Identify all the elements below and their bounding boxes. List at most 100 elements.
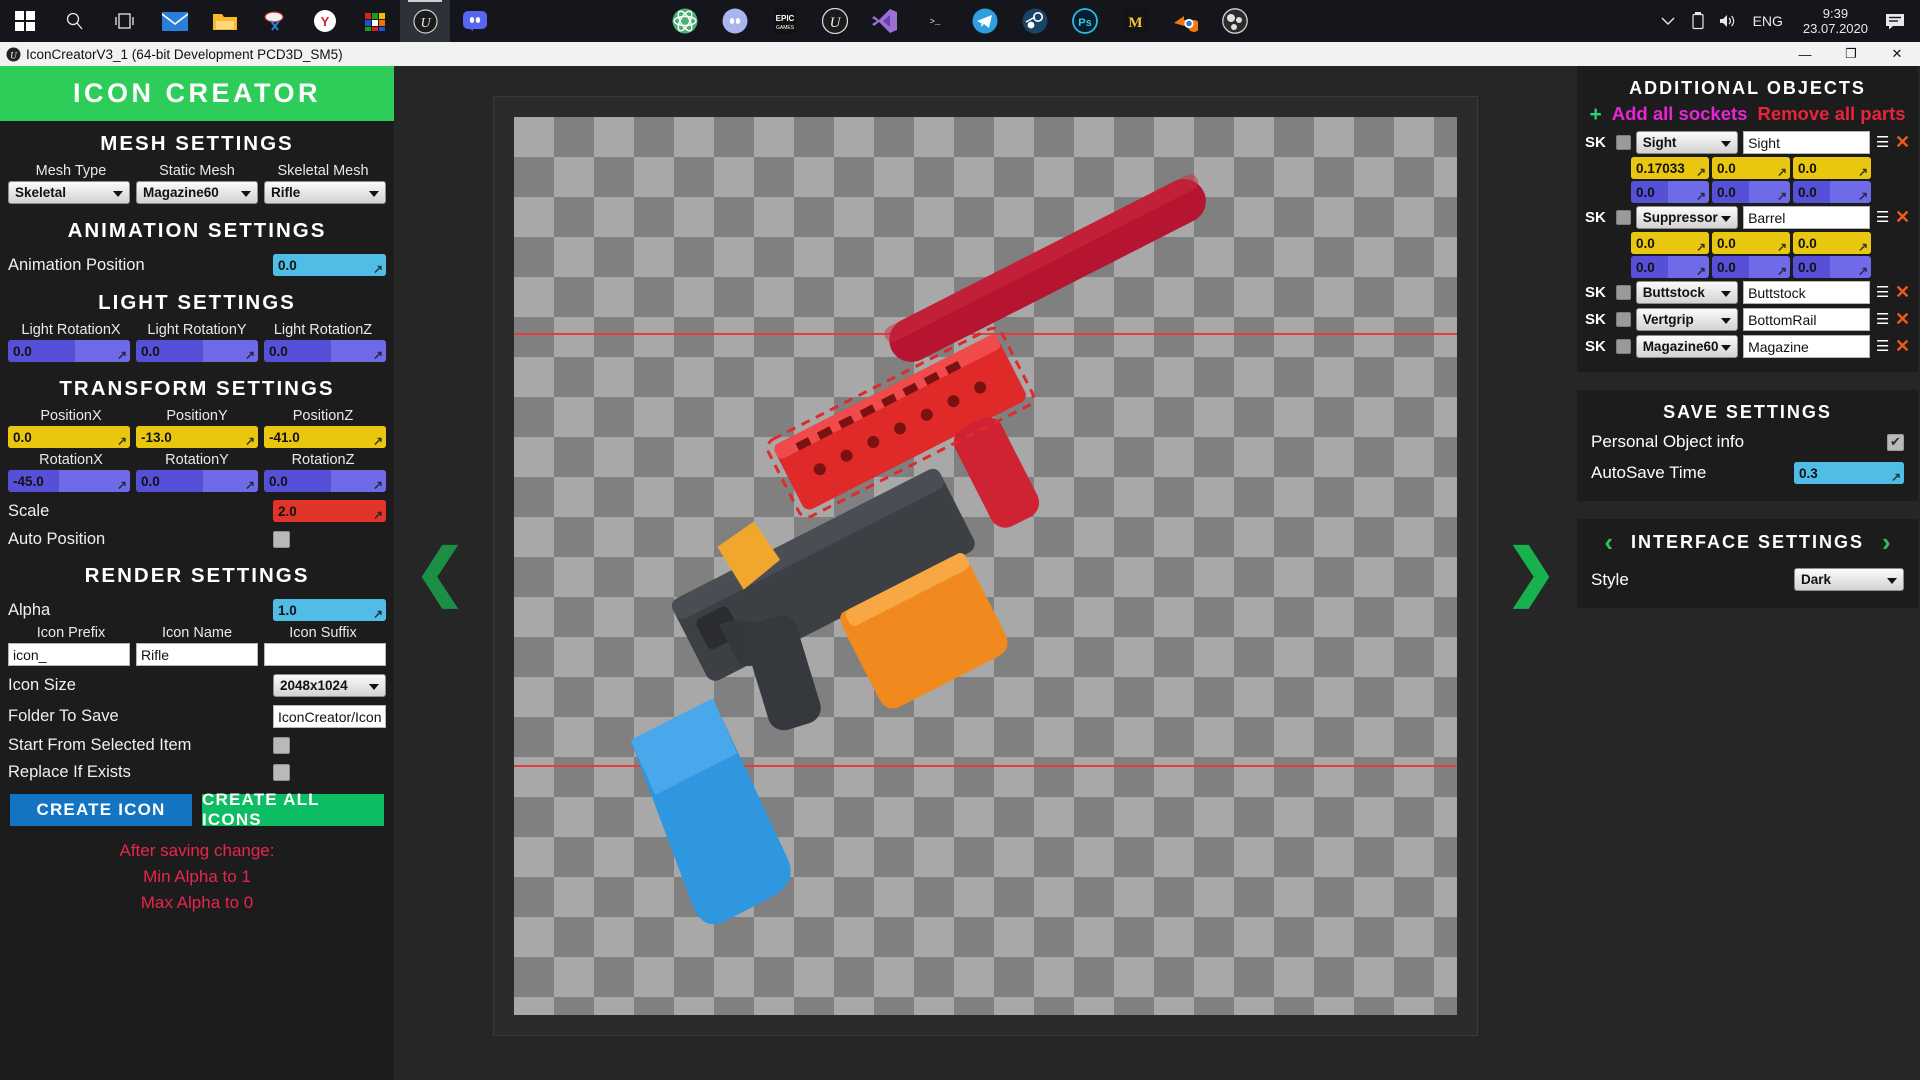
scale-input[interactable]: 2.0 — [273, 500, 386, 522]
discord-icon[interactable] — [710, 0, 760, 42]
object-socket-input[interactable]: Magazine — [1743, 335, 1871, 358]
object-menu-icon[interactable]: ☰ — [1875, 312, 1890, 327]
style-dropdown[interactable]: Dark — [1794, 568, 1904, 591]
interface-next-arrow[interactable]: › — [1882, 529, 1891, 555]
object-rotation-x-input[interactable]: 0.0 — [1631, 181, 1709, 203]
object-enable-checkbox[interactable] — [1615, 285, 1631, 300]
light-rotation-z-input[interactable]: 0.0 — [264, 340, 386, 362]
object-menu-icon[interactable]: ☰ — [1875, 135, 1890, 150]
object-socket-input[interactable]: Barrel — [1743, 206, 1871, 229]
close-button[interactable]: ✕ — [1874, 42, 1920, 66]
speaker-icon[interactable] — [1713, 13, 1743, 29]
object-mesh-dropdown[interactable]: Vertgrip — [1635, 308, 1739, 331]
object-enable-checkbox[interactable] — [1615, 210, 1631, 225]
replace-if-exists-checkbox[interactable] — [273, 764, 290, 781]
remove-all-parts-button[interactable]: Remove all parts — [1757, 103, 1905, 125]
create-all-icons-button[interactable]: CREATE ALL ICONS — [202, 790, 384, 829]
autosave-time-input[interactable]: 0.3 — [1794, 462, 1904, 484]
object-delete-icon[interactable]: ✕ — [1895, 309, 1910, 330]
position-z-input[interactable]: -41.0 — [264, 426, 386, 448]
start-button[interactable] — [0, 0, 50, 42]
minimize-button[interactable]: — — [1782, 42, 1828, 66]
object-position-z-input[interactable]: 0.0 — [1793, 157, 1871, 179]
unreal-engine-taskbar-icon[interactable]: U — [400, 0, 450, 42]
object-enable-checkbox[interactable] — [1615, 312, 1631, 327]
snip-tool-icon[interactable] — [250, 0, 300, 42]
object-delete-icon[interactable]: ✕ — [1895, 282, 1910, 303]
alpha-input[interactable]: 1.0 — [273, 599, 386, 621]
add-object-plus-icon[interactable]: + — [1589, 104, 1601, 125]
object-rotation-z-input[interactable]: 0.0 — [1793, 256, 1871, 278]
object-position-x-input[interactable]: 0.0 — [1631, 232, 1709, 254]
photoshop-icon[interactable]: Ps — [1060, 0, 1110, 42]
render-canvas[interactable] — [514, 117, 1457, 1015]
discord-taskbar-icon[interactable] — [450, 0, 500, 42]
telegram-icon[interactable] — [960, 0, 1010, 42]
light-rotation-x-input[interactable]: 0.0 — [8, 340, 130, 362]
icon-name-input[interactable]: Rifle — [136, 643, 258, 666]
object-menu-icon[interactable]: ☰ — [1875, 210, 1890, 225]
object-mesh-dropdown[interactable]: Magazine60 — [1635, 335, 1739, 358]
object-rotation-z-input[interactable]: 0.0 — [1793, 181, 1871, 203]
create-icon-button[interactable]: CREATE ICON — [10, 794, 192, 826]
marmoset-icon[interactable]: M — [1110, 0, 1160, 42]
position-x-input[interactable]: 0.0 — [8, 426, 130, 448]
rotation-x-input[interactable]: -45.0 — [8, 470, 130, 492]
notification-icon[interactable] — [1878, 13, 1912, 30]
auto-position-checkbox[interactable] — [273, 531, 290, 548]
object-rotation-x-input[interactable]: 0.0 — [1631, 256, 1709, 278]
animation-position-input[interactable]: 0.0 — [273, 254, 386, 276]
next-item-arrow[interactable]: ❯ — [1505, 542, 1557, 604]
static-mesh-dropdown[interactable]: Magazine60 — [136, 181, 258, 204]
personal-object-info-checkbox[interactable] — [1887, 433, 1904, 451]
object-mesh-dropdown[interactable]: Buttstock — [1635, 281, 1739, 304]
clock[interactable]: 9:39 23.07.2020 — [1793, 6, 1878, 36]
object-mesh-dropdown[interactable]: Sight — [1635, 131, 1739, 154]
folder-to-save-input[interactable]: IconCreator/Icon — [273, 705, 386, 728]
object-rotation-y-input[interactable]: 0.0 — [1712, 256, 1790, 278]
object-menu-icon[interactable]: ☰ — [1875, 285, 1890, 300]
object-mesh-dropdown[interactable]: Suppressor — [1635, 206, 1739, 229]
object-socket-input[interactable]: Buttstock — [1743, 281, 1871, 304]
language-indicator[interactable]: ENG — [1743, 13, 1793, 29]
blender-icon[interactable] — [1160, 0, 1210, 42]
skeletal-mesh-dropdown[interactable]: Rifle — [264, 181, 386, 204]
add-all-sockets-button[interactable]: Add all sockets — [1612, 103, 1748, 125]
yandex-browser-icon[interactable]: Y — [300, 0, 350, 42]
object-position-y-input[interactable]: 0.0 — [1712, 157, 1790, 179]
rotation-z-input[interactable]: 0.0 — [264, 470, 386, 492]
render-preview-frame[interactable] — [493, 96, 1478, 1036]
object-menu-icon[interactable]: ☰ — [1875, 339, 1890, 354]
file-explorer-icon[interactable] — [200, 0, 250, 42]
epic-games-icon[interactable]: EPIC GAMES — [760, 0, 810, 42]
atom-editor-icon[interactable] — [660, 0, 710, 42]
steam-icon[interactable] — [1010, 0, 1060, 42]
maximize-button[interactable]: ❐ — [1828, 42, 1874, 66]
object-delete-icon[interactable]: ✕ — [1895, 132, 1910, 153]
obs-icon[interactable] — [1210, 0, 1260, 42]
object-enable-checkbox[interactable] — [1615, 339, 1631, 354]
object-position-z-input[interactable]: 0.0 — [1793, 232, 1871, 254]
object-rotation-y-input[interactable]: 0.0 — [1712, 181, 1790, 203]
task-view-button[interactable] — [100, 0, 150, 42]
start-from-selected-checkbox[interactable] — [273, 737, 290, 754]
object-position-y-input[interactable]: 0.0 — [1712, 232, 1790, 254]
object-delete-icon[interactable]: ✕ — [1895, 336, 1910, 357]
object-delete-icon[interactable]: ✕ — [1895, 207, 1910, 228]
light-rotation-y-input[interactable]: 0.0 — [136, 340, 258, 362]
battery-icon[interactable] — [1683, 12, 1713, 30]
icon-suffix-input[interactable] — [264, 643, 386, 666]
icon-prefix-input[interactable]: icon_ — [8, 643, 130, 666]
chevron-up-icon[interactable] — [1653, 16, 1683, 26]
position-y-input[interactable]: -13.0 — [136, 426, 258, 448]
mail-app-icon[interactable] — [150, 0, 200, 42]
icon-size-dropdown[interactable]: 2048x1024 — [273, 674, 386, 697]
mesh-type-dropdown[interactable]: Skeletal — [8, 181, 130, 204]
object-socket-input[interactable]: Sight — [1743, 131, 1871, 154]
interface-prev-arrow[interactable]: ‹ — [1604, 529, 1613, 555]
search-button[interactable] — [50, 0, 100, 42]
object-socket-input[interactable]: BottomRail — [1743, 308, 1871, 331]
object-enable-checkbox[interactable] — [1615, 135, 1631, 150]
previous-item-arrow[interactable]: ❮ — [414, 542, 466, 604]
unreal-engine-icon[interactable]: U — [810, 0, 860, 42]
